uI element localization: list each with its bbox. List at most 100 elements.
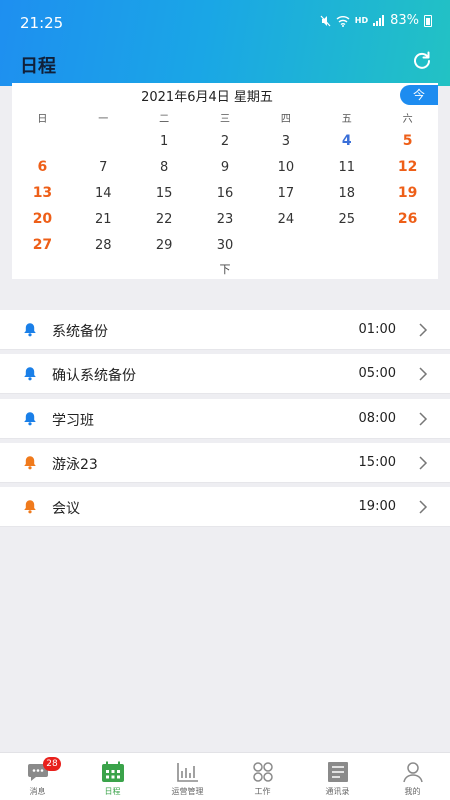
tab-label: 通讯录 — [325, 787, 350, 796]
calendar-week-row: 20 21 22 23 24 25 26 — [12, 206, 438, 232]
today-button[interactable]: 今 — [400, 85, 438, 105]
calendar-day[interactable]: 7 — [73, 160, 134, 175]
calendar-week-row: 6 7 8 9 10 11 12 — [12, 154, 438, 180]
schedule-item[interactable]: 游泳23 15:00 — [0, 442, 450, 483]
tab-schedule[interactable]: 日程 — [75, 753, 150, 800]
bottom-tab-bar: 28 消息 日程 运营管理 工作 通讯录 我的 — [0, 752, 450, 800]
calendar-day[interactable]: 19 — [377, 185, 438, 201]
bell-icon — [24, 367, 36, 381]
calendar-day[interactable]: 12 — [377, 159, 438, 175]
calendar-day[interactable]: 30 — [195, 238, 256, 253]
tab-messages[interactable]: 28 消息 — [0, 753, 75, 800]
contacts-icon — [327, 762, 348, 782]
schedule-list: 系统备份 01:00 确认系统备份 05:00 学习班 08:00 游泳23 15:00 会议 1… — [0, 310, 450, 531]
schedule-item[interactable]: 会议 19:00 — [0, 487, 450, 528]
calendar-week-row: 13 14 15 16 17 18 19 — [12, 180, 438, 206]
page-title: 日程 — [20, 56, 56, 77]
calendar-day[interactable]: 22 — [134, 212, 195, 227]
weekday-label: 四 — [280, 114, 291, 125]
chevron-right-icon — [419, 456, 428, 470]
calendar-day[interactable]: 11 — [316, 160, 377, 175]
schedule-item[interactable]: 系统备份 01:00 — [0, 310, 450, 350]
status-time: 21:25 — [20, 14, 64, 32]
schedule-title: 系统备份 — [52, 324, 108, 340]
calendar-day[interactable]: 17 — [255, 186, 316, 201]
calendar-day[interactable]: 10 — [255, 160, 316, 175]
refresh-icon[interactable] — [412, 50, 432, 70]
bell-icon — [24, 411, 36, 425]
person-icon — [402, 762, 423, 783]
calendar-week-row: 27 28 29 30 — [12, 232, 438, 258]
calendar-day[interactable]: 8 — [134, 160, 195, 175]
calendar-day[interactable]: 28 — [73, 238, 134, 253]
tab-me[interactable]: 我的 — [375, 753, 450, 800]
weekday-label: 一 — [98, 114, 109, 125]
tab-label: 日程 — [104, 787, 121, 796]
bell-icon — [24, 323, 36, 337]
bell-icon — [24, 500, 36, 514]
calendar-day[interactable]: 3 — [255, 134, 316, 149]
schedule-time: 05:00 — [358, 366, 396, 382]
calendar-day[interactable]: 5 — [377, 133, 438, 149]
chevron-right-icon — [419, 412, 428, 426]
calendar-day[interactable]: 29 — [134, 238, 195, 253]
tab-work[interactable]: 工作 — [225, 753, 300, 800]
status-indicators: HD 83% — [320, 13, 432, 28]
mute-icon — [320, 15, 331, 26]
calendar-day[interactable]: 9 — [195, 160, 256, 175]
bell-icon — [24, 456, 36, 470]
calendar-day[interactable]: 23 — [195, 212, 256, 227]
schedule-title: 会议 — [52, 501, 80, 518]
weekday-label: 五 — [341, 114, 352, 125]
schedule-title: 学习班 — [52, 412, 94, 429]
chevron-right-icon — [419, 500, 428, 514]
tab-label: 消息 — [29, 787, 46, 796]
calendar-day[interactable]: 14 — [73, 186, 134, 201]
calendar-title: 2021年6月4日 星期五 — [141, 90, 273, 105]
battery-icon — [424, 14, 432, 27]
calendar-day[interactable]: 27 — [12, 237, 73, 253]
status-bar: 21:25 HD 83% — [0, 0, 450, 44]
calendar-day[interactable]: 16 — [195, 186, 256, 201]
battery-percent: 83% — [390, 13, 419, 28]
tab-label: 我的 — [404, 787, 421, 796]
tab-operations[interactable]: 运营管理 — [150, 753, 225, 800]
schedule-title: 游泳23 — [52, 456, 98, 473]
calendar-day[interactable]: 21 — [73, 212, 134, 227]
chart-icon — [176, 763, 198, 782]
schedule-time: 19:00 — [358, 499, 396, 515]
schedule-time: 08:00 — [358, 410, 396, 426]
calendar-day[interactable]: 6 — [12, 159, 73, 175]
signal-icon — [373, 15, 385, 26]
grid-icon — [252, 762, 273, 782]
chevron-right-icon — [419, 323, 428, 337]
unread-badge: 28 — [43, 757, 61, 771]
calendar-day[interactable]: 15 — [134, 186, 195, 201]
tab-label: 运营管理 — [171, 787, 204, 796]
schedule-title: 确认系统备份 — [52, 368, 136, 385]
tab-label: 工作 — [254, 787, 271, 796]
calendar-day[interactable]: 18 — [316, 186, 377, 201]
calendar-day[interactable]: 25 — [316, 212, 377, 227]
schedule-time: 01:00 — [358, 322, 396, 337]
calendar-day[interactable]: 24 — [255, 212, 316, 227]
expand-calendar-button[interactable]: 下 — [12, 261, 438, 277]
calendar-day[interactable]: 2 — [195, 134, 256, 149]
schedule-time: 15:00 — [358, 454, 396, 470]
weekday-label: 三 — [220, 114, 230, 125]
calendar-day[interactable]: 1 — [134, 134, 195, 149]
weekday-header: 日 一 二 三 四 五 六 — [12, 110, 438, 125]
network-type: HD — [354, 16, 369, 25]
schedule-item[interactable]: 确认系统备份 05:00 — [0, 354, 450, 395]
schedule-item[interactable]: 学习班 08:00 — [0, 398, 450, 439]
calendar-day[interactable]: 4 — [316, 133, 377, 149]
calendar: 2021年6月4日 星期五 今 日 一 二 三 四 五 六 1234567891… — [12, 83, 438, 279]
app-header: 21:25 HD 83% 日程 — [0, 0, 450, 86]
calendar-day[interactable]: 26 — [377, 211, 438, 227]
calendar-icon — [101, 761, 124, 782]
calendar-day[interactable]: 20 — [12, 211, 73, 227]
tab-contacts[interactable]: 通讯录 — [300, 753, 375, 800]
weekday-label: 二 — [159, 114, 170, 125]
weekday-label: 六 — [402, 114, 413, 125]
calendar-day[interactable]: 13 — [12, 185, 73, 201]
